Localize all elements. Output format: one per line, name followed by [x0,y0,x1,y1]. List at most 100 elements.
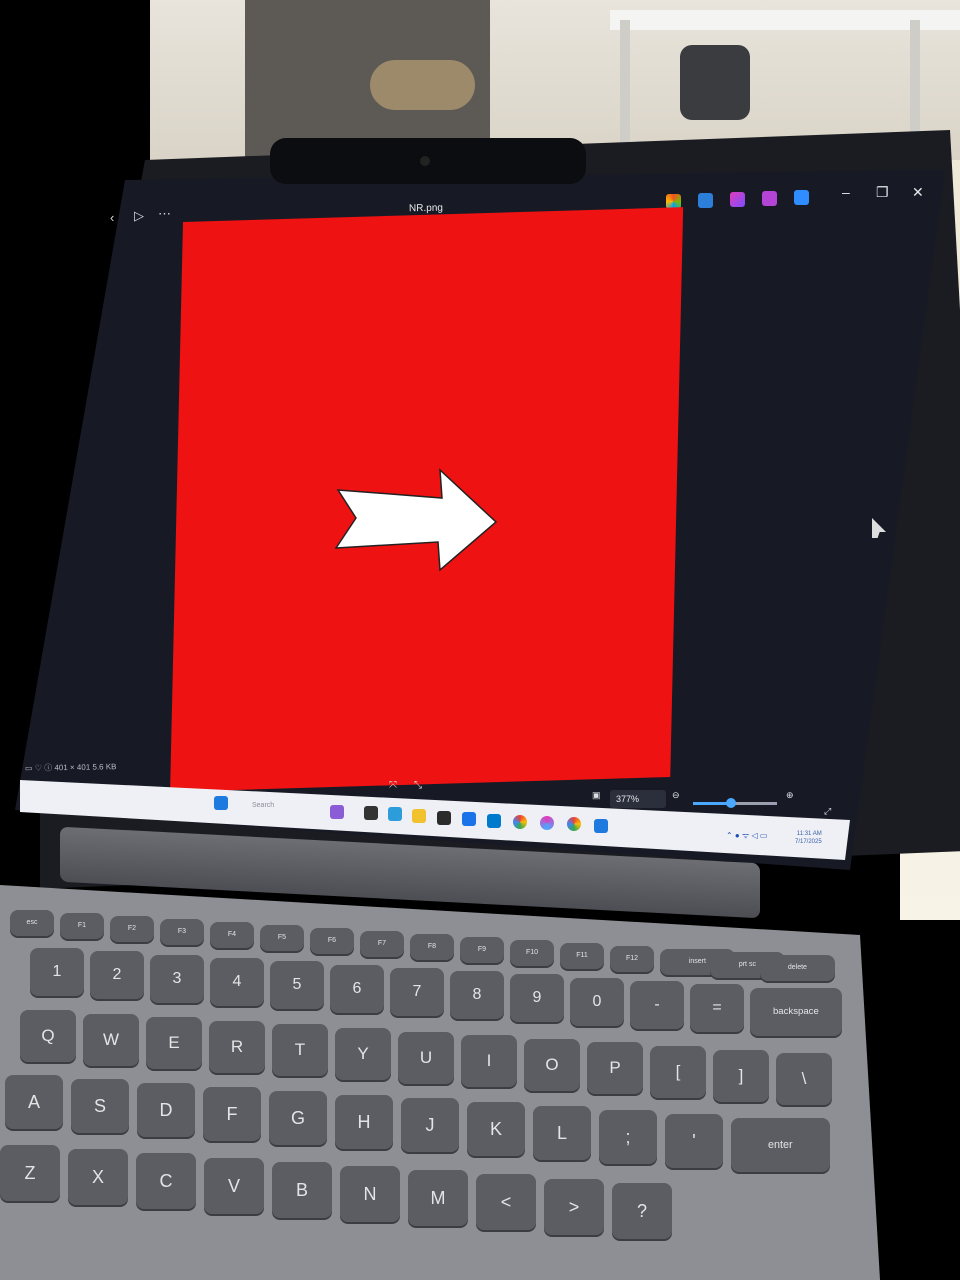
key-f6[interactable]: F6 [310,928,354,954]
key-k[interactable]: K [467,1102,525,1157]
key-label: U [419,1047,433,1067]
key-f4[interactable]: F4 [210,922,254,948]
zoom-out-icon[interactable]: ⊖ [672,790,680,801]
widgets-icon[interactable] [330,805,344,819]
key-u[interactable]: U [398,1031,454,1084]
zoom-slider-knob[interactable] [725,798,736,808]
task-view-icon[interactable] [364,806,378,820]
designer-icon[interactable] [698,193,713,208]
key-label: F10 [525,949,539,956]
fullscreen-icon[interactable]: ⤢ [824,806,831,817]
key-b[interactable]: B [272,1161,332,1218]
zoom-dropdown[interactable]: 377% [610,790,666,808]
key-q[interactable]: Q [20,1010,76,1062]
key-r[interactable]: R [209,1020,265,1073]
onedrive-icon[interactable] [794,190,809,205]
key-j[interactable]: J [401,1098,459,1153]
key-h[interactable]: H [335,1094,393,1149]
key-f3[interactable]: F3 [160,919,204,945]
copilot-taskbar-icon[interactable] [540,816,554,830]
key-symbol[interactable]: \ [776,1053,832,1106]
key-5[interactable]: 5 [270,961,324,1010]
key-enter[interactable]: enter [731,1117,830,1172]
key-n[interactable]: N [340,1166,400,1222]
maximize-icon[interactable]: ❐ [876,184,889,201]
tray-icons[interactable]: ⌃ ● ᯤ ◁ ▭ [726,830,767,841]
key-i[interactable]: I [461,1035,517,1088]
photos-edit-icon[interactable] [762,191,777,206]
taskbar-clock[interactable]: 11:31 AM 7/17/2025 [795,830,822,846]
key-g[interactable]: G [269,1090,327,1145]
key-symbol[interactable]: < [476,1174,536,1231]
photos-icon[interactable] [594,819,608,833]
fit-icon[interactable]: ⤧ [389,780,397,791]
key-f2[interactable]: F2 [110,916,154,942]
outlook-icon[interactable] [462,812,476,826]
key-y[interactable]: Y [335,1028,391,1080]
taskbar-search[interactable]: Search [252,802,274,809]
key-f11[interactable]: F11 [560,943,604,969]
key-esc[interactable]: esc [10,910,54,936]
key-c[interactable]: C [136,1153,196,1210]
key-f8[interactable]: F8 [410,934,454,960]
key-symbol[interactable]: ? [612,1182,672,1239]
key-x[interactable]: X [68,1149,128,1206]
key-f10[interactable]: F10 [510,940,554,966]
key-e[interactable]: E [146,1017,202,1070]
key-9[interactable]: 9 [510,974,564,1023]
back-icon[interactable]: ‹ [110,210,114,225]
key-p[interactable]: P [587,1042,643,1095]
key-symbol[interactable]: ] [713,1049,769,1102]
key-2[interactable]: 2 [90,951,144,1000]
key-o[interactable]: O [524,1038,580,1091]
key-s[interactable]: S [71,1078,129,1133]
actual-size-icon[interactable]: ⤡ [414,780,422,791]
terminal-icon[interactable] [437,811,451,825]
file-explorer-icon[interactable] [412,809,426,823]
windows-start-icon[interactable] [214,796,228,810]
edge-icon[interactable] [388,807,402,821]
key-m[interactable]: M [408,1170,468,1227]
key-4[interactable]: 4 [210,957,264,1006]
zoom-in-icon[interactable]: ⊕ [786,790,794,801]
key-f7[interactable]: F7 [360,931,404,957]
key-w[interactable]: W [83,1013,139,1066]
key-symbol[interactable]: > [544,1178,604,1235]
key-0[interactable]: 0 [570,977,624,1026]
key-6[interactable]: 6 [330,964,384,1013]
play-icon[interactable]: ▷ [134,208,144,224]
key-backspace[interactable]: backspace [750,987,842,1036]
key-symbol[interactable]: ; [599,1110,657,1165]
close-icon[interactable]: ✕ [912,184,924,201]
info-icon[interactable]: ▭ ♡ ⓘ [25,763,52,772]
chrome-profile-icon[interactable] [567,817,581,831]
key-a[interactable]: A [5,1075,63,1129]
key-f1[interactable]: F1 [60,913,104,939]
key-symbol[interactable]: - [630,981,684,1029]
key-l[interactable]: L [533,1106,591,1161]
key-f5[interactable]: F5 [260,925,304,951]
key-7[interactable]: 7 [390,967,444,1016]
clipchamp-icon[interactable] [730,192,745,207]
key-t[interactable]: T [272,1024,328,1077]
key-delete[interactable]: delete [760,955,835,981]
key-label: E [168,1033,180,1053]
key-8[interactable]: 8 [450,971,504,1020]
vscode-icon[interactable] [487,814,501,828]
key-symbol[interactable]: [ [650,1046,706,1098]
key-symbol[interactable]: = [690,984,744,1033]
more-icon[interactable]: ⋯ [158,206,171,222]
chrome-icon[interactable] [513,815,527,829]
key-3[interactable]: 3 [150,954,204,1003]
key-f12[interactable]: F12 [610,946,654,972]
key-d[interactable]: D [137,1082,195,1137]
view-mode-icon[interactable]: ▣ [592,790,601,801]
key-symbol[interactable]: ' [665,1114,723,1168]
key-1[interactable]: 1 [30,948,84,996]
key-f[interactable]: F [203,1086,261,1141]
key-f9[interactable]: F9 [460,937,504,963]
minimize-icon[interactable]: – [842,184,850,200]
key-v[interactable]: V [204,1157,264,1214]
key-z[interactable]: Z [0,1145,60,1201]
key-label: 1 [52,963,62,980]
